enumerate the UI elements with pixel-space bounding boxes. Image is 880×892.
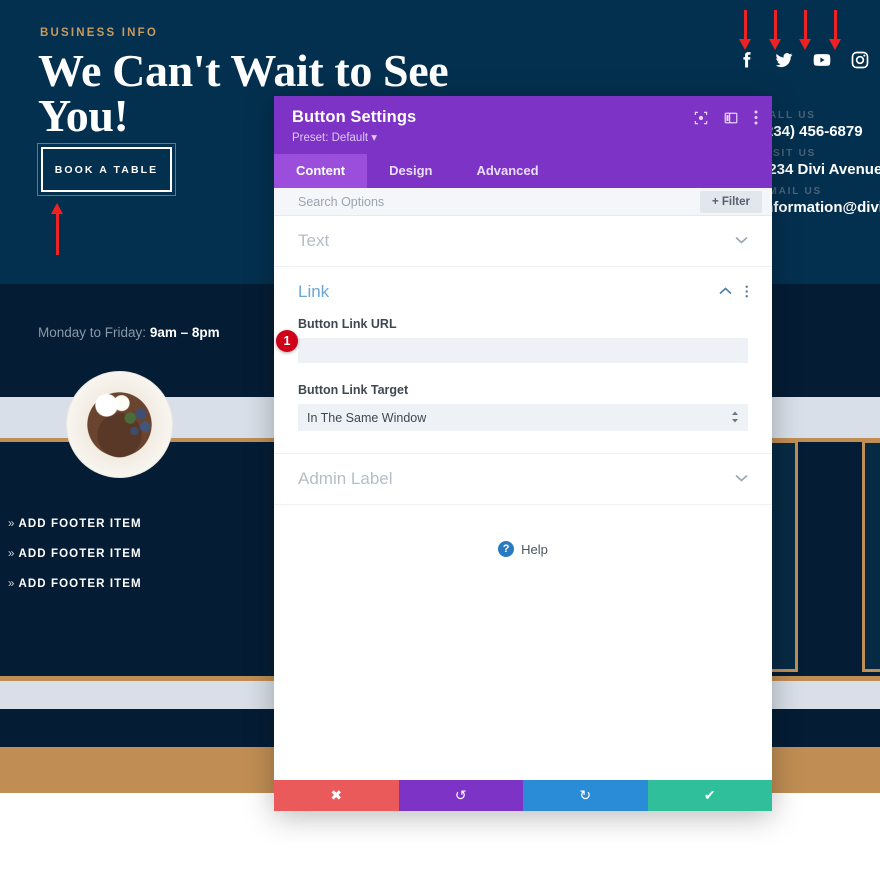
book-a-table-button[interactable]: BOOK A TABLE xyxy=(37,143,176,196)
cake-photo xyxy=(66,371,173,478)
select-updown-arrows-icon xyxy=(731,411,739,425)
page-root: BUSINESS INFO We Can't Wait to See You! … xyxy=(0,0,880,892)
chevron-down-icon[interactable] xyxy=(735,474,748,485)
contact-value-email: information@divibis xyxy=(760,199,880,216)
tab-design[interactable]: Design xyxy=(367,154,454,188)
youtube-icon[interactable] xyxy=(812,50,832,70)
tab-content[interactable]: Content xyxy=(274,154,368,188)
button-link-target-label: Button Link Target xyxy=(298,383,409,397)
hours-value: 9am – 8pm xyxy=(149,325,220,340)
help-link[interactable]: ? Help xyxy=(274,505,772,557)
annotation-arrow-down-2 xyxy=(769,10,781,50)
section-text: Text xyxy=(274,216,772,267)
field-spacer xyxy=(298,363,748,383)
contact-label-visit: VISIT US xyxy=(760,148,817,159)
modal-header-actions xyxy=(694,110,758,125)
button-link-target-value: In The Same Window xyxy=(307,410,427,425)
twitter-icon[interactable] xyxy=(774,50,794,70)
modal-body: Text Link Button Link URL Button Link Ta… xyxy=(274,216,772,780)
footer-item-3[interactable]: » ADD FOOTER ITEM xyxy=(8,578,142,590)
annotation-arrow-down-1 xyxy=(739,10,751,50)
contact-label-call: CALL US xyxy=(760,110,816,121)
button-link-target-select[interactable]: In The Same Window xyxy=(298,404,748,431)
annotation-arrow-down-3 xyxy=(799,10,811,50)
section-admin-label-controls xyxy=(735,474,748,485)
button-link-url-label: Button Link URL xyxy=(298,317,397,331)
button-link-url-input[interactable] xyxy=(298,338,748,363)
help-label: Help xyxy=(521,541,548,557)
modal-tabs: Content Design Advanced xyxy=(274,154,772,188)
section-link-header[interactable]: Link xyxy=(298,267,748,317)
preset-selector[interactable]: Preset: Default ▾ xyxy=(292,130,754,144)
contact-label-email: EMAIL US xyxy=(760,186,822,197)
save-button[interactable]: ✔ xyxy=(647,780,772,811)
gallery-frame-right xyxy=(862,440,880,672)
button-settings-modal: Button Settings Preset: Default ▾ Conten… xyxy=(274,96,772,811)
contact-info: CALL US (234) 456-6879 VISIT US 1234 Div… xyxy=(760,110,880,224)
instagram-icon[interactable] xyxy=(850,50,870,70)
contact-value-phone: (234) 456-6879 xyxy=(760,123,863,140)
modal-header: Button Settings Preset: Default ▾ xyxy=(274,96,772,154)
facebook-icon[interactable] xyxy=(736,50,756,70)
redo-button[interactable]: ↻ xyxy=(523,780,648,811)
filter-button[interactable]: + Filter xyxy=(699,190,762,213)
section-text-title: Text xyxy=(298,231,330,250)
hours-label: Monday to Friday: xyxy=(38,325,147,340)
section-kebab-menu-icon[interactable] xyxy=(745,285,749,300)
section-text-controls xyxy=(735,236,748,247)
hero-eyebrow: BUSINESS INFO xyxy=(40,27,159,39)
chevron-down-icon: ▾ xyxy=(371,132,378,144)
footer-item-label: ADD FOOTER ITEM xyxy=(18,548,142,560)
section-admin-label-header[interactable]: Admin Label xyxy=(298,454,748,504)
footer-item-1[interactable]: » ADD FOOTER ITEM xyxy=(8,518,142,530)
chevron-right-icon: » xyxy=(8,578,16,590)
search-bar: + Filter xyxy=(274,188,772,216)
section-admin-label: Admin Label xyxy=(274,454,772,505)
footer-item-2[interactable]: » ADD FOOTER ITEM xyxy=(8,548,142,560)
business-hours: Monday to Friday: 9am – 8pm xyxy=(38,325,220,340)
section-text-header[interactable]: Text xyxy=(298,216,748,266)
footer-item-label: ADD FOOTER ITEM xyxy=(18,518,142,530)
annotation-marker-1: 1 xyxy=(276,330,298,352)
chevron-down-icon[interactable] xyxy=(735,236,748,247)
modal-footer: ✖ ↺ ↻ ✔ xyxy=(274,780,772,811)
section-link: Link Button Link URL Button Link Target … xyxy=(274,267,772,454)
chevron-right-icon: » xyxy=(8,518,16,530)
help-question-icon: ? xyxy=(498,541,515,557)
chevron-right-icon: » xyxy=(8,548,16,560)
tab-advanced[interactable]: Advanced xyxy=(454,154,560,188)
cancel-button[interactable]: ✖ xyxy=(274,780,399,811)
modal-title: Button Settings xyxy=(292,108,417,126)
chevron-up-icon[interactable] xyxy=(718,286,732,298)
section-link-title: Link xyxy=(298,282,330,301)
section-link-controls xyxy=(718,285,749,300)
annotation-arrow-down-4 xyxy=(829,10,841,50)
preset-label: Preset: Default xyxy=(292,132,369,144)
social-links xyxy=(736,50,870,70)
annotation-arrow-up xyxy=(51,203,63,255)
undo-button[interactable]: ↺ xyxy=(398,780,523,811)
contact-value-address: 1234 Divi Avenue, # xyxy=(760,161,880,178)
search-input[interactable] xyxy=(298,194,700,209)
focus-target-icon[interactable] xyxy=(694,111,708,125)
footer-link-list: » ADD FOOTER ITEM » ADD FOOTER ITEM » ADD F… xyxy=(8,518,142,608)
footer-item-label: ADD FOOTER ITEM xyxy=(18,578,142,590)
section-link-body: Button Link URL Button Link Target In Th… xyxy=(298,317,748,453)
kebab-menu-icon[interactable] xyxy=(754,110,758,125)
layout-columns-icon[interactable] xyxy=(724,111,738,125)
section-admin-label-title: Admin Label xyxy=(298,469,393,488)
